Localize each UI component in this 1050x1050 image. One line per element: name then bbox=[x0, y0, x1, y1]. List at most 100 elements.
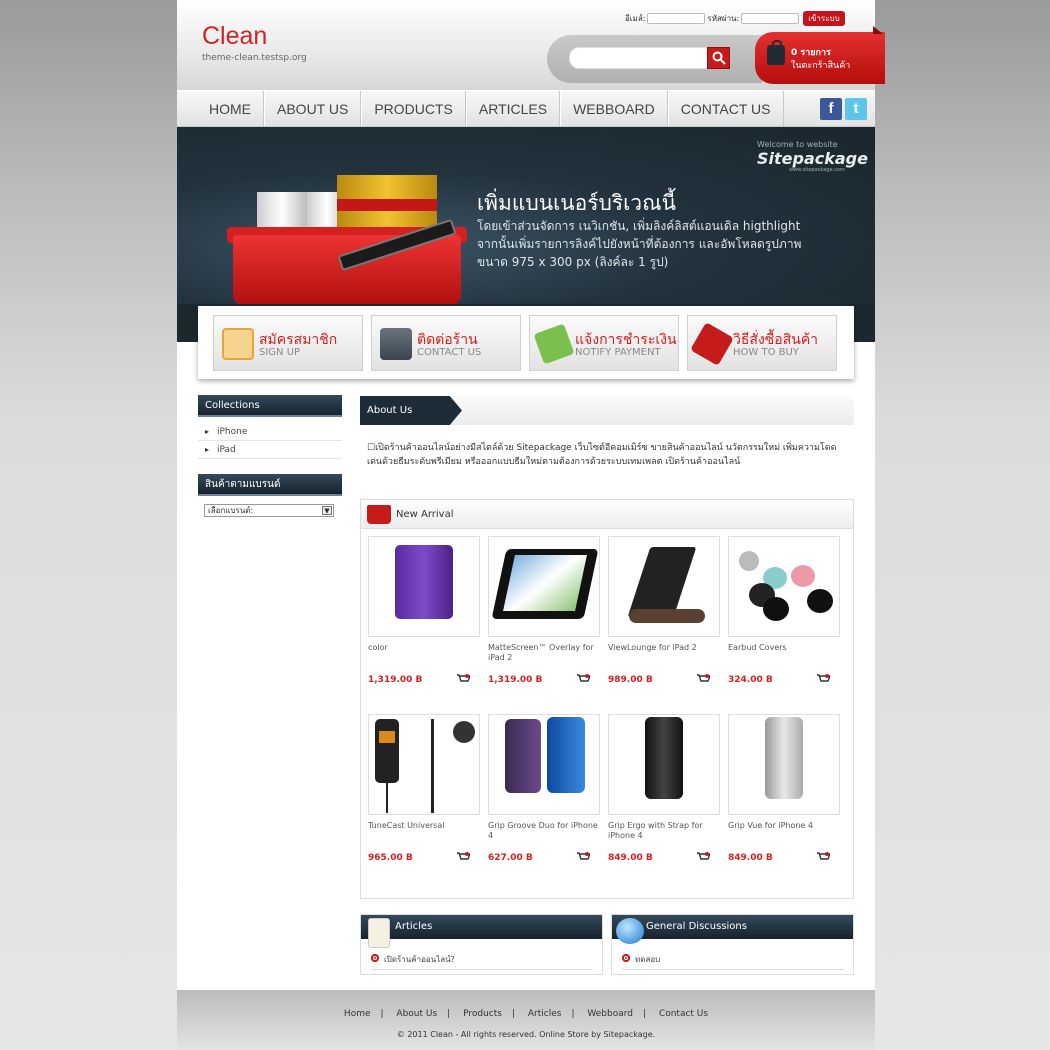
footer-link-contact-us[interactable]: Contact Us bbox=[659, 1009, 708, 1019]
quick-link-sub: HOW TO BUY bbox=[733, 347, 799, 358]
nav-products[interactable]: PRODUCTS bbox=[361, 91, 466, 126]
nav-about-us[interactable]: ABOUT US bbox=[264, 91, 362, 126]
product-image[interactable] bbox=[608, 536, 720, 637]
login-form: อีเมล์: รหัสผ่าน: เข้าระบบ bbox=[625, 11, 845, 26]
cart-widget[interactable]: 0 รายการ ในตะกร้าสินค้า bbox=[755, 32, 885, 84]
product-card[interactable]: Earbud Covers 324.00 B bbox=[728, 536, 840, 685]
product-name[interactable]: TuneCast Universal bbox=[368, 821, 480, 847]
sitepackage-url: www.sitepackage.com bbox=[789, 167, 845, 173]
product-image[interactable] bbox=[368, 536, 480, 637]
product-card[interactable]: Grip Ergo with Strap for iPhone 4 849.00… bbox=[608, 714, 720, 863]
email-field[interactable] bbox=[647, 13, 706, 24]
nav-webboard[interactable]: WEBBOARD bbox=[560, 91, 668, 126]
facebook-icon[interactable]: f bbox=[820, 98, 842, 120]
product-name[interactable]: MatteScreen™ Overlay for iPad 2 bbox=[488, 643, 600, 669]
cart-label: ในตะกร้าสินค้า bbox=[791, 61, 851, 71]
chat-bubble-icon bbox=[616, 918, 644, 944]
product-name[interactable]: Grip Vue for iPhone 4 bbox=[728, 821, 840, 847]
shopping-basket-icon bbox=[233, 235, 461, 305]
quick-links: สมัครสมาชิก SIGN UP ติดต่อร้าน CONTACT U… bbox=[198, 306, 854, 379]
product-name[interactable]: color bbox=[368, 643, 480, 669]
footer-link-home[interactable]: Home bbox=[344, 1009, 371, 1019]
footer-link-webboard[interactable]: Webboard bbox=[587, 1009, 633, 1019]
product-image[interactable] bbox=[608, 714, 720, 815]
banner-line: ขนาด 975 x 300 px (ลิงค์ละ 1 รูป) bbox=[477, 255, 669, 269]
product-name[interactable]: ViewLounge for iPad 2 bbox=[608, 643, 720, 669]
quick-link-signup[interactable]: สมัครสมาชิก SIGN UP bbox=[213, 315, 363, 371]
collections-heading: Collections bbox=[198, 395, 342, 417]
product-card[interactable]: ViewLounge for iPad 2 989.00 B bbox=[608, 536, 720, 685]
social-links: f t bbox=[820, 98, 867, 120]
sidebar-item-iphone[interactable]: iPhone bbox=[198, 423, 342, 441]
search-bar bbox=[547, 35, 762, 83]
search-button[interactable] bbox=[707, 47, 730, 69]
product-image[interactable] bbox=[728, 714, 840, 815]
shopping-bag-icon bbox=[767, 40, 785, 65]
add-to-cart-icon[interactable] bbox=[577, 852, 590, 862]
logo[interactable]: Clean bbox=[202, 22, 267, 51]
article-link[interactable]: เปิดร้านค้าออนไลน์? bbox=[371, 953, 593, 970]
quick-link-contact[interactable]: ติดต่อร้าน CONTACT US bbox=[371, 315, 521, 371]
notepad-icon bbox=[368, 918, 390, 948]
add-to-cart-icon[interactable] bbox=[697, 852, 710, 862]
product-image[interactable] bbox=[488, 536, 600, 637]
add-to-cart-icon[interactable] bbox=[817, 674, 830, 684]
site-url: theme-clean.testsp.org bbox=[202, 53, 307, 63]
discussion-link[interactable]: ทดสอบ bbox=[622, 953, 844, 970]
sitepackage-logo: Sitepackage bbox=[757, 149, 868, 168]
product-card[interactable]: Grip Vue for iPhone 4 849.00 B bbox=[728, 714, 840, 863]
brand-select-value: เลือกแบรนด์: bbox=[208, 506, 254, 515]
cart-count: 0 รายการ bbox=[791, 48, 831, 58]
sidebar-item-ipad[interactable]: iPad bbox=[198, 441, 342, 459]
about-header: About Us bbox=[360, 396, 854, 425]
password-label: รหัสผ่าน: bbox=[707, 14, 740, 23]
banner-line: โดยเข้าส่วนจัดการ เนวิเกชัน, เพิ่มลิงค์ล… bbox=[477, 219, 801, 233]
product-name[interactable]: Grip Groove Duo for iPhone 4 bbox=[488, 821, 600, 847]
nav-home[interactable]: HOME bbox=[197, 91, 264, 126]
nav-articles[interactable]: ARTICLES bbox=[465, 91, 561, 126]
about-text: ☐เปิดร้านค้าออนไลน์อย่างมีสไตล์ด้วย Site… bbox=[367, 443, 837, 467]
copyright: © 2011 Clean - All rights reserved. Onli… bbox=[396, 1030, 656, 1039]
banner-line: จากนั้นเพิ่มรายการลิงค์ไปยังหน้าที่ต้องก… bbox=[477, 237, 802, 251]
login-button[interactable]: เข้าระบบ bbox=[803, 11, 845, 26]
header: Clean theme-clean.testsp.org อีเมล์: รหั… bbox=[177, 0, 885, 90]
product-name[interactable]: Earbud Covers bbox=[728, 643, 840, 669]
pencil-note-icon bbox=[222, 328, 254, 360]
footer-links: Home | About Us | Products | Articles | Webb… bbox=[343, 1009, 709, 1019]
nav-contact-us[interactable]: CONTACT US bbox=[667, 91, 784, 126]
product-image[interactable] bbox=[368, 714, 480, 815]
add-to-cart-icon[interactable] bbox=[577, 674, 590, 684]
brand-heading: สินค้าตามแบรนด์ bbox=[198, 474, 342, 496]
product-card[interactable]: Grip Groove Duo for iPhone 4 627.00 B bbox=[488, 714, 600, 863]
articles-title: Articles bbox=[361, 915, 602, 939]
gift-ribbon bbox=[337, 199, 437, 211]
product-card[interactable]: color 1,319.00 B bbox=[368, 536, 480, 685]
phone-icon bbox=[380, 328, 412, 360]
footer-link-articles[interactable]: Articles bbox=[528, 1009, 562, 1019]
quick-link-payment[interactable]: แจ้งการชำระเงิน NOTIFY PAYMENT bbox=[529, 315, 679, 371]
product-name[interactable]: Grip Ergo with Strap for iPhone 4 bbox=[608, 821, 720, 847]
footer-link-about-us[interactable]: About Us bbox=[396, 1009, 437, 1019]
add-to-cart-icon[interactable] bbox=[457, 852, 470, 862]
quick-link-sub: SIGN UP bbox=[259, 347, 301, 358]
basket-icon bbox=[367, 505, 391, 524]
password-field[interactable] bbox=[741, 13, 800, 24]
new-arrival-section: New Arrival color 1,319.00 B MatteScreen… bbox=[360, 499, 854, 899]
search-input[interactable] bbox=[569, 47, 709, 69]
footer-link-products[interactable]: Products bbox=[463, 1009, 502, 1019]
add-to-cart-icon[interactable] bbox=[697, 674, 710, 684]
product-image[interactable] bbox=[488, 714, 600, 815]
about-title: About Us bbox=[360, 396, 462, 425]
quick-link-how-to-buy[interactable]: วิธีสั่งซื้อสินค้า HOW TO BUY bbox=[687, 315, 837, 371]
brand-select[interactable]: เลือกแบรนด์: ▼ bbox=[204, 504, 334, 517]
twitter-icon[interactable]: t bbox=[845, 98, 867, 120]
page: Clean theme-clean.testsp.org อีเมล์: รหั… bbox=[177, 0, 885, 1050]
search-icon bbox=[712, 51, 726, 65]
product-card[interactable]: TuneCast Universal 965.00 B bbox=[368, 714, 480, 863]
add-to-cart-icon[interactable] bbox=[817, 852, 830, 862]
product-card[interactable]: MatteScreen™ Overlay for iPad 2 1,319.00… bbox=[488, 536, 600, 685]
footer: Home | About Us | Products | Articles | Webb… bbox=[177, 990, 875, 1050]
add-to-cart-icon[interactable] bbox=[457, 674, 470, 684]
product-image[interactable] bbox=[728, 536, 840, 637]
articles-box: Articles เปิดร้านค้าออนไลน์? bbox=[360, 914, 603, 975]
